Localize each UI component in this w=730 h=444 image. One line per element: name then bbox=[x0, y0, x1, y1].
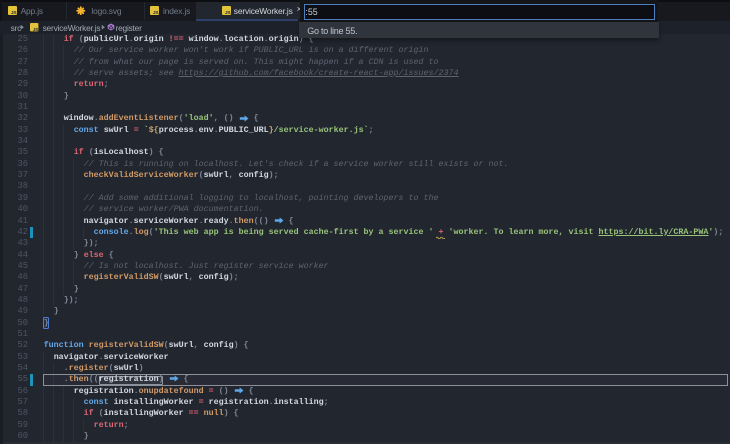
svg-text:JS: JS bbox=[33, 27, 38, 32]
svg-text:JS: JS bbox=[225, 10, 231, 15]
svg-text:JS: JS bbox=[153, 10, 159, 15]
svg-text:JS: JS bbox=[11, 10, 17, 15]
